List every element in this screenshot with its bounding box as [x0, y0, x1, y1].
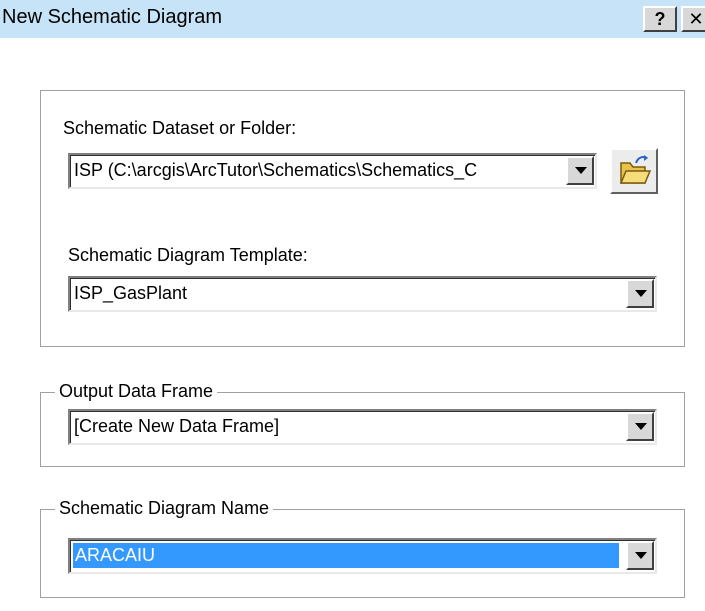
diagram-name-combobox[interactable]: ARACAIU	[68, 538, 657, 574]
title-bar[interactable]: New Schematic Diagram ? ✕	[0, 0, 705, 38]
close-icon: ✕	[688, 9, 704, 29]
dataset-combobox[interactable]: ISP (C:\arcgis\ArcTutor\Schematics\Schem…	[68, 153, 597, 189]
diagram-name-dropdown-button[interactable]	[626, 541, 654, 570]
chevron-down-icon	[635, 552, 647, 559]
template-combobox[interactable]: ISP_GasPlant	[68, 276, 657, 312]
dataset-label: Schematic Dataset or Folder:	[63, 118, 297, 138]
chevron-down-icon	[635, 290, 647, 297]
close-button[interactable]: ✕	[681, 6, 705, 32]
dialog-window: New Schematic Diagram ? ✕ Schematic Data…	[0, 0, 705, 611]
dataset-value: ISP (C:\arcgis\ArcTutor\Schematics\Schem…	[74, 160, 478, 180]
output-frame-combobox[interactable]: [Create New Data Frame]	[68, 409, 657, 445]
help-icon: ?	[654, 9, 666, 29]
window-title: New Schematic Diagram	[2, 6, 223, 28]
output-frame-dropdown-button[interactable]	[626, 412, 654, 441]
browse-folder-button[interactable]	[610, 148, 658, 194]
chevron-down-icon	[635, 423, 647, 430]
template-dropdown-button[interactable]	[626, 279, 654, 308]
diagram-name-value[interactable]: ARACAIU	[73, 543, 619, 568]
diagram-name-legend: Schematic Diagram Name	[55, 498, 274, 519]
help-button[interactable]: ?	[643, 6, 677, 32]
dataset-dropdown-button[interactable]	[566, 156, 594, 185]
template-value: ISP_GasPlant	[74, 283, 188, 303]
template-label: Schematic Diagram Template:	[68, 245, 308, 265]
output-frame-value: [Create New Data Frame]	[74, 416, 280, 436]
output-frame-legend: Output Data Frame	[55, 381, 218, 402]
open-folder-icon	[619, 155, 652, 184]
chevron-down-icon	[575, 167, 587, 174]
